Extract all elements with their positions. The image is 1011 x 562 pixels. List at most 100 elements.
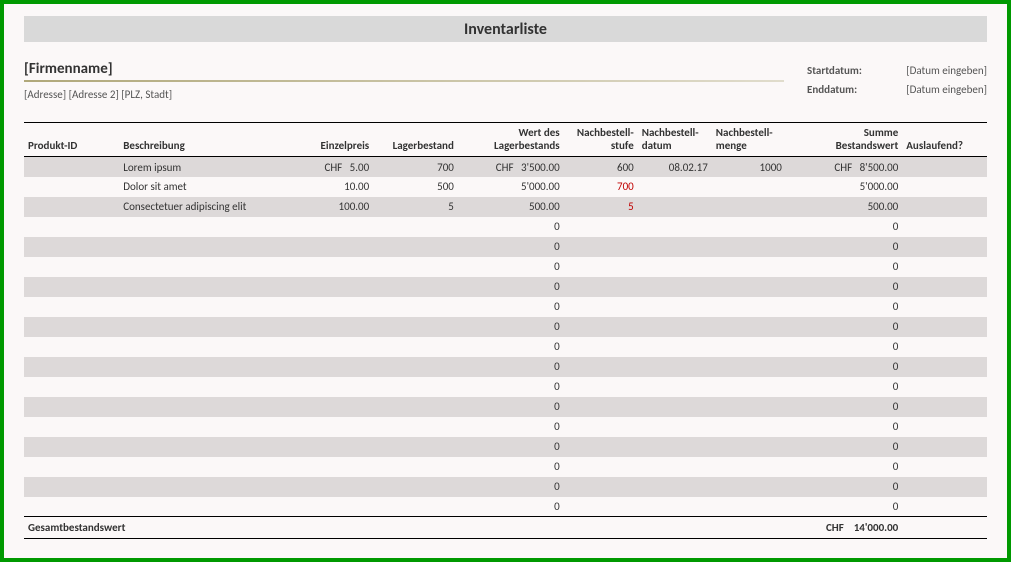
col-id: Produkt-ID	[24, 123, 119, 157]
date-block: Startdatum: [Datum eingeben] Enddatum: […	[807, 60, 987, 102]
col-wlb: Wert des Lagerbestands	[458, 123, 564, 157]
col-sum: Summe Bestandswert	[786, 123, 902, 157]
cell-aus	[902, 177, 987, 197]
cell-id	[24, 197, 119, 217]
cell-nmg	[712, 197, 786, 217]
cell-nst: 600	[564, 157, 638, 177]
footer-value: CHF 14'000.00	[786, 517, 902, 539]
cell-desc: Lorem ipsum	[119, 157, 288, 177]
cell-wlb: 0	[458, 437, 564, 457]
table-body: Lorem ipsumCHF 5.00700CHF 3'500.0060008.…	[24, 157, 987, 517]
table-row: 00	[24, 277, 987, 297]
company-block: [Firmenname] [Adresse] [Adresse 2] [PLZ,…	[24, 60, 807, 101]
cell-lb: 5	[373, 197, 458, 217]
table-row: 00	[24, 377, 987, 397]
info-block: [Firmenname] [Adresse] [Adresse 2] [PLZ,…	[24, 60, 987, 102]
cell-wlb: 0	[458, 317, 564, 337]
cell-wlb: 0	[458, 217, 564, 237]
table-row: 00	[24, 437, 987, 457]
cell-wlb: 0	[458, 397, 564, 417]
cell-wlb: 0	[458, 337, 564, 357]
cell-sum: 0	[786, 477, 902, 497]
cell-sum: 0	[786, 457, 902, 477]
table-row: 00	[24, 477, 987, 497]
cell-sum: 0	[786, 497, 902, 517]
footer-label: Gesamtbestandswert	[24, 517, 786, 539]
table-row: 00	[24, 217, 987, 237]
cell-ndt	[638, 197, 712, 217]
table-row: 00	[24, 417, 987, 437]
cell-sum: 0	[786, 397, 902, 417]
start-date-value: [Datum eingeben]	[877, 64, 987, 77]
table-row: 00	[24, 397, 987, 417]
cell-wlb: 0	[458, 277, 564, 297]
inventory-table: Produkt-ID Beschreibung Einzelpreis Lage…	[24, 122, 987, 539]
col-lb: Lagerbestand	[373, 123, 458, 157]
end-date-label: Enddatum:	[807, 83, 877, 96]
cell-lb: 500	[373, 177, 458, 197]
table-row: 00	[24, 237, 987, 257]
footer-currency: CHF	[826, 521, 844, 534]
cell-sum: 0	[786, 257, 902, 277]
cell-sum: 0	[786, 357, 902, 377]
col-nst: Nachbestell- stufe	[564, 123, 638, 157]
cell-wlb: 500.00	[458, 197, 564, 217]
cell-sum: 500.00	[786, 197, 902, 217]
cell-sum: 0	[786, 237, 902, 257]
cell-sum: 0	[786, 317, 902, 337]
cell-lb: 700	[373, 157, 458, 177]
cell-id	[24, 177, 119, 197]
cell-wlb: 0	[458, 357, 564, 377]
cell-wlb: 0	[458, 477, 564, 497]
cell-sum: 0	[786, 417, 902, 437]
col-ep: Einzelpreis	[289, 123, 374, 157]
cell-ep: 100.00	[289, 197, 374, 217]
page-title: Inventarliste	[464, 20, 547, 39]
table-row: 00	[24, 357, 987, 377]
table-row: 00	[24, 257, 987, 277]
table-row: Consectetuer adipiscing elit100.005500.0…	[24, 197, 987, 217]
cell-desc: Dolor sit amet	[119, 177, 288, 197]
cell-wlb: 0	[458, 457, 564, 477]
cell-wlb: CHF 3'500.00	[458, 157, 564, 177]
title-bar: Inventarliste	[24, 16, 987, 42]
table-row: 00	[24, 457, 987, 477]
table-header: Produkt-ID Beschreibung Einzelpreis Lage…	[24, 123, 987, 157]
start-date-label: Startdatum:	[807, 64, 877, 77]
cell-ndt	[638, 177, 712, 197]
footer-amount: 14'000.00	[854, 521, 899, 534]
cell-nst: 700	[564, 177, 638, 197]
cell-sum: 0	[786, 337, 902, 357]
cell-wlb: 0	[458, 417, 564, 437]
table-footer: Gesamtbestandswert CHF 14'000.00	[24, 517, 987, 539]
cell-nmg	[712, 177, 786, 197]
cell-wlb: 0	[458, 257, 564, 277]
document-frame: Inventarliste [Firmenname] [Adresse] [Ad…	[0, 0, 1011, 562]
table-row: 00	[24, 317, 987, 337]
cell-ep: CHF 5.00	[289, 157, 374, 177]
cell-wlb: 0	[458, 237, 564, 257]
cell-wlb: 5'000.00	[458, 177, 564, 197]
col-ndt: Nachbestell- datum	[638, 123, 712, 157]
cell-ep: 10.00	[289, 177, 374, 197]
cell-wlb: 0	[458, 377, 564, 397]
cell-sum: 0	[786, 437, 902, 457]
cell-sum: 0	[786, 377, 902, 397]
cell-wlb: 0	[458, 497, 564, 517]
col-desc: Beschreibung	[119, 123, 288, 157]
company-address: [Adresse] [Adresse 2] [PLZ, Stadt]	[24, 88, 807, 101]
company-name: [Firmenname]	[24, 60, 807, 78]
cell-sum: 0	[786, 217, 902, 237]
cell-sum: 0	[786, 297, 902, 317]
cell-nmg: 1000	[712, 157, 786, 177]
table-row: 00	[24, 497, 987, 517]
underline	[24, 80, 784, 82]
col-nmg: Nachbestell- menge	[712, 123, 786, 157]
cell-aus	[902, 157, 987, 177]
cell-sum: 0	[786, 277, 902, 297]
cell-desc: Consectetuer adipiscing elit	[119, 197, 288, 217]
cell-id	[24, 157, 119, 177]
end-date-value: [Datum eingeben]	[877, 83, 987, 96]
col-aus: Auslaufend?	[902, 123, 987, 157]
cell-nst: 5	[564, 197, 638, 217]
